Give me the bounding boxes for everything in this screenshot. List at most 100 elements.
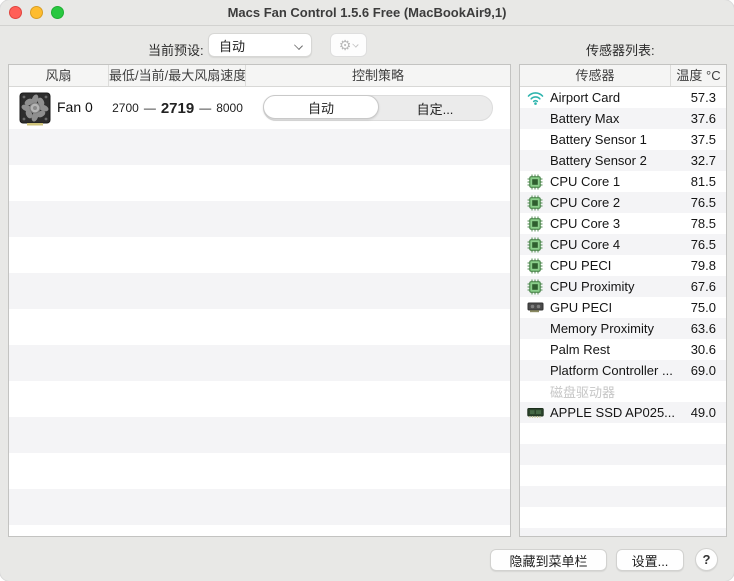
sensor-row[interactable]: CPU Proximity 67.6	[520, 276, 726, 297]
preset-dropdown-value: 自动	[219, 38, 246, 54]
sensor-temperature: 75.0	[690, 300, 716, 315]
sensor-temperature: 57.3	[690, 90, 716, 105]
app-window: Macs Fan Control 1.5.6 Free (MacBookAir9…	[0, 0, 734, 581]
ssd-drive-icon	[526, 407, 544, 418]
sensor-name: CPU PECI	[550, 258, 612, 273]
custom-mode-button[interactable]: 自定...	[378, 96, 492, 120]
sensor-name: Airport Card	[550, 90, 621, 105]
preset-dropdown[interactable]: 自动	[208, 33, 312, 57]
sensor-list-label: 传感器列表:	[586, 43, 655, 58]
preset-actions-button[interactable]: ⚙	[330, 33, 367, 57]
sensor-row[interactable]: Palm Rest 30.6	[520, 339, 726, 360]
title-bar: Macs Fan Control 1.5.6 Free (MacBookAir9…	[0, 0, 734, 26]
sensor-table: 传感器 温度 °C Airport Card 57.3 Battery Max 37.…	[519, 64, 727, 537]
sensor-name: CPU Core 3	[550, 216, 621, 231]
empty-row	[9, 525, 510, 536]
sensor-name: Palm Rest	[550, 342, 610, 357]
sensor-temperature: 49.0	[690, 405, 716, 420]
sensor-name: Battery Sensor 2	[550, 153, 647, 168]
fan-speed-values: 2700 — 2719 — 8000	[112, 99, 243, 117]
empty-row	[9, 165, 510, 201]
empty-row	[520, 486, 726, 507]
sensor-temperature: 37.6	[690, 111, 716, 126]
sensor-name: CPU Core 1	[550, 174, 621, 189]
sensor-temperature: 67.6	[690, 279, 716, 294]
sensor-temperature: 63.6	[690, 321, 716, 336]
sensor-name: 磁盘驱动器	[550, 385, 616, 400]
sensor-temperature: 32.7	[690, 153, 716, 168]
fan-control-segmented: 自动 自定...	[263, 95, 493, 121]
empty-row	[9, 201, 510, 237]
sensor-row[interactable]: CPU PECI 79.8	[520, 255, 726, 276]
sensor-row[interactable]: Memory Proximity 63.6	[520, 318, 726, 339]
sensor-temperature: 76.5	[690, 237, 716, 252]
empty-row	[520, 423, 726, 444]
column-header-speed[interactable]: 最低/当前/最大风扇速度	[109, 65, 246, 86]
sensor-row[interactable]: Airport Card 57.3	[520, 87, 726, 108]
cpu-chip-icon	[527, 279, 543, 294]
sensor-name: CPU Core 4	[550, 237, 621, 252]
gpu-icon	[520, 301, 550, 314]
chip-icon	[520, 195, 550, 211]
window-title: Macs Fan Control 1.5.6 Free (MacBookAir9…	[227, 5, 507, 20]
wifi-icon	[520, 91, 550, 105]
empty-row	[9, 309, 510, 345]
sensor-temperature: 78.5	[690, 216, 716, 231]
sensor-row[interactable]: CPU Core 1 81.5	[520, 171, 726, 192]
fan-speed-min: 2700	[112, 101, 139, 115]
chip-icon	[520, 237, 550, 253]
wifi-icon	[527, 91, 543, 105]
fan-icon	[19, 92, 51, 126]
fan-speed-current: 2719	[160, 99, 195, 117]
sensor-name: CPU Proximity	[550, 279, 635, 294]
fan-table-header: 风扇 最低/当前/最大风扇速度 控制策略	[9, 65, 510, 87]
column-header-sensor[interactable]: 传感器	[520, 65, 671, 86]
chip-icon	[520, 216, 550, 232]
empty-row	[9, 129, 510, 165]
empty-row	[520, 444, 726, 465]
auto-mode-button[interactable]: 自动	[263, 95, 379, 119]
sensor-temperature: 37.5	[690, 132, 716, 147]
empty-row	[9, 453, 510, 489]
fan-speed-max: 8000	[216, 101, 243, 115]
sensor-temperature: 76.5	[690, 195, 716, 210]
sensor-temperature: 79.8	[690, 258, 716, 273]
gear-icon: ⚙	[338, 36, 352, 53]
chip-icon	[520, 258, 550, 274]
sensor-temperature: 69.0	[690, 363, 716, 378]
column-header-fan[interactable]: 风扇	[9, 65, 109, 86]
settings-button[interactable]: 设置...	[616, 549, 684, 571]
chevron-down-icon	[294, 41, 303, 50]
cpu-chip-icon	[527, 195, 543, 210]
sensor-name: Battery Sensor 1	[550, 132, 647, 147]
fan-row[interactable]: Fan 0 2700 — 2719 — 8000 自动 自定...	[9, 87, 510, 129]
sensor-name: Battery Max	[550, 111, 620, 126]
fan-name: Fan 0	[57, 99, 93, 115]
sensor-temperature: 81.5	[690, 174, 716, 189]
sensor-name: GPU PECI	[550, 300, 613, 315]
sensor-row[interactable]: CPU Core 4 76.5	[520, 234, 726, 255]
sensor-row[interactable]: Battery Sensor 2 32.7	[520, 150, 726, 171]
empty-row	[9, 237, 510, 273]
sensor-row[interactable]: GPU PECI 75.0	[520, 297, 726, 318]
empty-row	[9, 489, 510, 525]
sensor-row[interactable]: CPU Core 2 76.5	[520, 192, 726, 213]
sensor-row[interactable]: APPLE SSD AP025... 49.0	[520, 402, 726, 423]
chip-icon	[520, 174, 550, 190]
column-header-temperature[interactable]: 温度 °C	[671, 65, 726, 86]
sensor-row[interactable]: CPU Core 3 78.5	[520, 213, 726, 234]
column-header-control[interactable]: 控制策略	[246, 65, 510, 86]
sensor-name: APPLE SSD AP025...	[550, 405, 674, 420]
chevron-down-icon	[352, 40, 359, 48]
empty-row	[520, 507, 726, 528]
sensor-row[interactable]: Battery Sensor 1 37.5	[520, 129, 726, 150]
preset-label: 当前预设:	[148, 43, 204, 58]
empty-row	[520, 528, 726, 536]
hide-to-menubar-button[interactable]: 隐藏到菜单栏	[490, 549, 607, 571]
sensor-row[interactable]: Platform Controller ... 69.0	[520, 360, 726, 381]
sensor-group-row[interactable]: 磁盘驱动器	[520, 381, 726, 402]
empty-row	[520, 465, 726, 486]
sensor-row[interactable]: Battery Max 37.6	[520, 108, 726, 129]
help-button[interactable]: ?	[695, 548, 718, 571]
empty-row	[9, 345, 510, 381]
